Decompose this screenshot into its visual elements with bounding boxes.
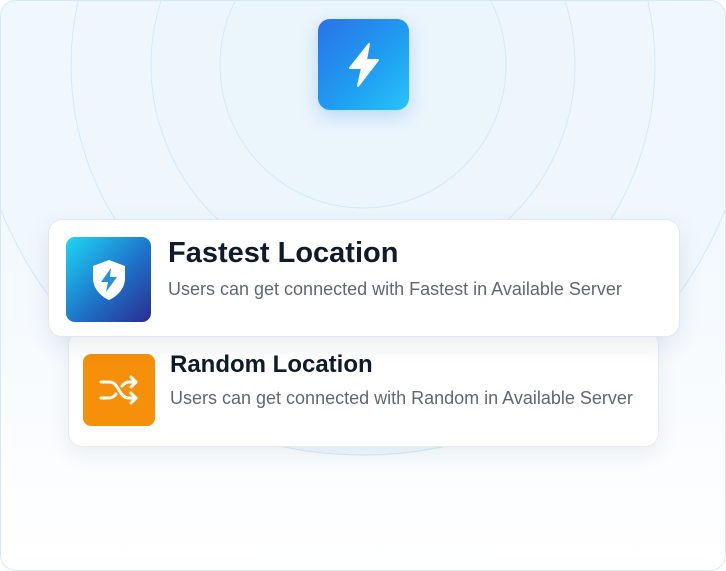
fastest-location-tile	[66, 237, 151, 322]
lightning-bolt-icon	[348, 42, 379, 87]
option-card-fastest-location[interactable]: Fastest Location Users can get connected…	[48, 219, 680, 337]
option-card-random-location[interactable]: Random Location Users can get connected …	[68, 330, 659, 447]
random-location-description: Users can get connected with Random in A…	[170, 388, 633, 408]
fastest-location-title: Fastest Location	[168, 237, 399, 269]
random-location-tile	[83, 354, 155, 426]
fastest-location-description: Users can get connected with Fastest in …	[168, 279, 622, 299]
random-location-title: Random Location	[170, 351, 373, 378]
shield-lightning-icon	[92, 259, 125, 300]
shuffle-icon	[99, 375, 138, 405]
location-options-panel: Random Location Users can get connected …	[0, 0, 726, 571]
hero-lightning-badge	[318, 19, 409, 110]
